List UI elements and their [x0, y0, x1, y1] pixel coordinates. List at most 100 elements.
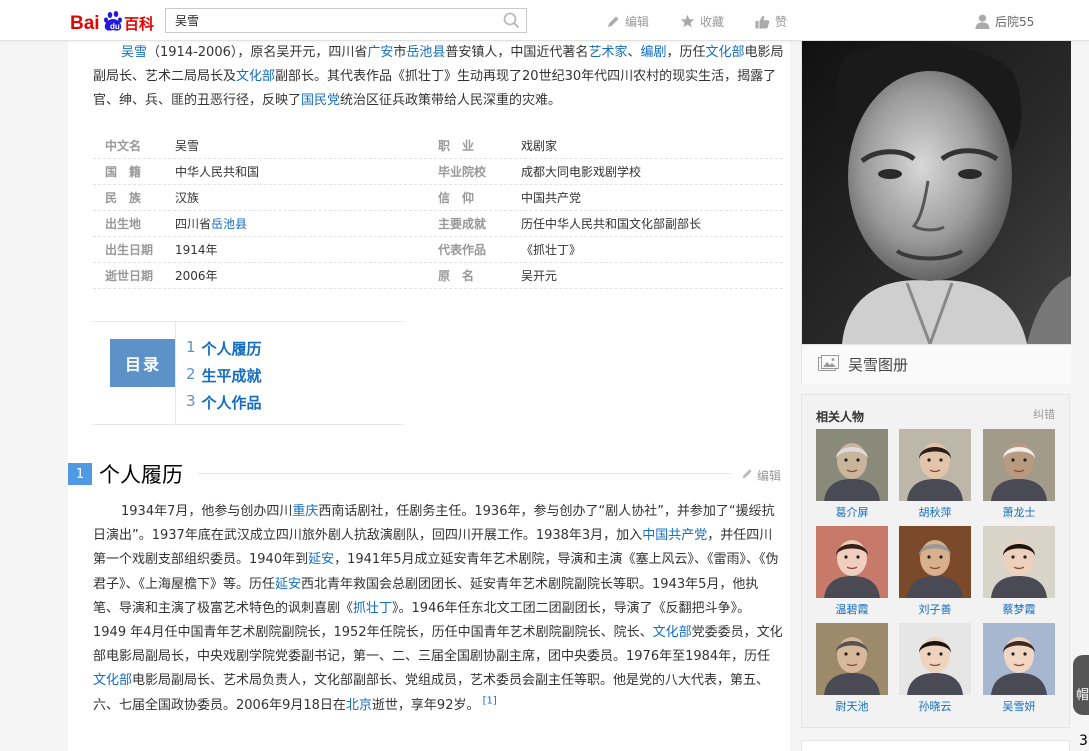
album-link[interactable]: 吴雪图册	[802, 344, 1071, 384]
search-box[interactable]	[165, 8, 527, 33]
person-avatar[interactable]	[983, 623, 1055, 695]
info-value-text: 戏剧家	[521, 139, 558, 153]
person-avatar[interactable]	[899, 429, 971, 501]
catalog-divider	[175, 322, 176, 426]
inline-link[interactable]: 延安	[275, 577, 301, 592]
inline-link[interactable]: 中国共产党	[642, 528, 707, 543]
edit-button[interactable]: 编辑	[606, 13, 649, 30]
person-avatar[interactable]	[816, 623, 888, 695]
catalog-item-3[interactable]: 3 个人作品	[186, 392, 262, 413]
info-key-text: 职 业	[438, 139, 475, 153]
person-name[interactable]: 尉天池	[816, 698, 888, 714]
info-value: 四川省岳池县	[175, 215, 438, 232]
related-person[interactable]: 孙晓云	[899, 623, 971, 714]
person-avatar[interactable]	[983, 429, 1055, 501]
info-key-text: 毕业院校	[438, 165, 487, 179]
like-button[interactable]: 赞	[755, 13, 787, 30]
inline-link[interactable]: 文化部	[93, 673, 132, 688]
inline-link[interactable]: 吴雪	[121, 45, 147, 60]
catalog-item-number: 3	[186, 392, 196, 410]
next-side-card	[801, 740, 1070, 751]
inline-link[interactable]: 北京	[346, 698, 372, 713]
info-value: 中国共产党	[521, 189, 783, 206]
search-input[interactable]	[166, 9, 496, 32]
section-edit-label: 编辑	[757, 469, 782, 483]
info-value: 汉族	[175, 189, 438, 206]
related-person[interactable]: 刘子善	[899, 526, 971, 617]
report-error-link[interactable]: 纠错	[1033, 406, 1055, 422]
baidu-baike-logo[interactable]: Bai du 百科	[70, 6, 156, 36]
info-value-text: 2006年	[175, 269, 218, 283]
catalog-item-number: 2	[186, 365, 196, 383]
summary-picture-card: 吴雪图册	[801, 41, 1071, 384]
body-text: 统治区征兵政策带给人民深重的灾难。	[340, 93, 562, 108]
inline-link[interactable]: 延安	[308, 552, 334, 567]
person-name[interactable]: 温碧霞	[816, 601, 888, 617]
edit-label: 编辑	[625, 15, 650, 29]
inline-link[interactable]: 文化部	[706, 45, 745, 60]
section-edit-button[interactable]: 编辑	[741, 467, 781, 484]
related-person[interactable]: 胡秋萍	[899, 429, 971, 520]
star-icon	[680, 14, 695, 29]
info-row: 民 族 汉族 信 仰 中国共产党	[93, 185, 783, 211]
info-value: 吴开元	[521, 267, 783, 284]
person-avatar[interactable]	[816, 429, 888, 501]
reference-link[interactable]: [1]	[479, 695, 497, 706]
info-key: 逝世日期	[93, 267, 175, 284]
inline-link[interactable]: 重庆	[292, 504, 318, 519]
inline-link[interactable]: 广安	[367, 45, 393, 60]
related-person[interactable]: 尉天池	[816, 623, 888, 714]
section-divider	[198, 473, 731, 474]
person-name[interactable]: 吴雪妍	[983, 698, 1055, 714]
search-icon[interactable]	[503, 12, 520, 33]
person-avatar[interactable]	[816, 526, 888, 598]
info-key: 出生地	[93, 215, 175, 232]
person-name[interactable]: 胡秋萍	[899, 504, 971, 520]
info-value: 中华人民共和国	[175, 163, 438, 180]
info-value: 1914年	[175, 241, 438, 258]
inline-link[interactable]: 国民党	[301, 93, 340, 108]
user-name: 后院55	[995, 15, 1035, 29]
catalog-item-2[interactable]: 2 生平成就	[186, 365, 262, 386]
svg-text:百科: 百科	[124, 15, 154, 33]
portrait-photo[interactable]	[802, 41, 1071, 344]
person-avatar[interactable]	[899, 623, 971, 695]
related-person[interactable]: 萧龙士	[983, 429, 1055, 520]
info-key: 国 籍	[93, 163, 175, 180]
info-row: 国 籍 中华人民共和国 毕业院校 成都大同电影戏剧学校	[93, 159, 783, 185]
related-person[interactable]: 温碧霞	[816, 526, 888, 617]
body-text: 1934年7月，他参与创办四川	[121, 504, 293, 519]
inline-link[interactable]: 编剧	[640, 45, 666, 60]
person-name[interactable]: 蔡梦霞	[983, 601, 1055, 617]
person-name[interactable]: 孙晓云	[899, 698, 971, 714]
catalog-item-text: 个人履历	[201, 340, 262, 358]
inline-link[interactable]: 文化部	[236, 69, 275, 84]
section-title: 个人履历	[99, 463, 183, 487]
inline-link[interactable]: 文化部	[653, 625, 692, 640]
svg-text:du: du	[110, 22, 120, 31]
person-name[interactable]: 刘子善	[899, 601, 971, 617]
related-person[interactable]: 葛介屏	[816, 429, 888, 520]
pencil-icon	[741, 468, 753, 483]
related-person[interactable]: 吴雪妍	[983, 623, 1055, 714]
info-link[interactable]: 岳池县	[211, 217, 247, 231]
info-row: 中文名 吴雪 职 业 戏剧家	[93, 133, 783, 159]
related-person[interactable]: 蔡梦霞	[983, 526, 1055, 617]
inline-link[interactable]: 抓壮丁	[353, 601, 392, 616]
favorite-button[interactable]: 收藏	[680, 13, 724, 30]
user-menu[interactable]: 后院55	[975, 13, 1034, 30]
info-key-text: 代表作品	[438, 243, 487, 257]
catalog-item-1[interactable]: 1 个人履历	[186, 338, 262, 359]
person-name[interactable]: 葛介屏	[816, 504, 888, 520]
body-text: （1914-2006），原名吴开元，四川省	[147, 45, 368, 60]
info-value: 2006年	[175, 267, 438, 284]
info-value-text: 成都大同电影戏剧学校	[521, 165, 642, 179]
info-key-text: 逝世日期	[105, 269, 154, 283]
person-avatar[interactable]	[983, 526, 1055, 598]
person-avatar[interactable]	[899, 526, 971, 598]
edge-number: 3	[1079, 733, 1088, 749]
inline-link[interactable]: 岳池县	[406, 45, 445, 60]
inline-link[interactable]: 艺术家	[588, 45, 627, 60]
person-name[interactable]: 萧龙士	[983, 504, 1055, 520]
related-title: 相关人物	[816, 410, 865, 424]
